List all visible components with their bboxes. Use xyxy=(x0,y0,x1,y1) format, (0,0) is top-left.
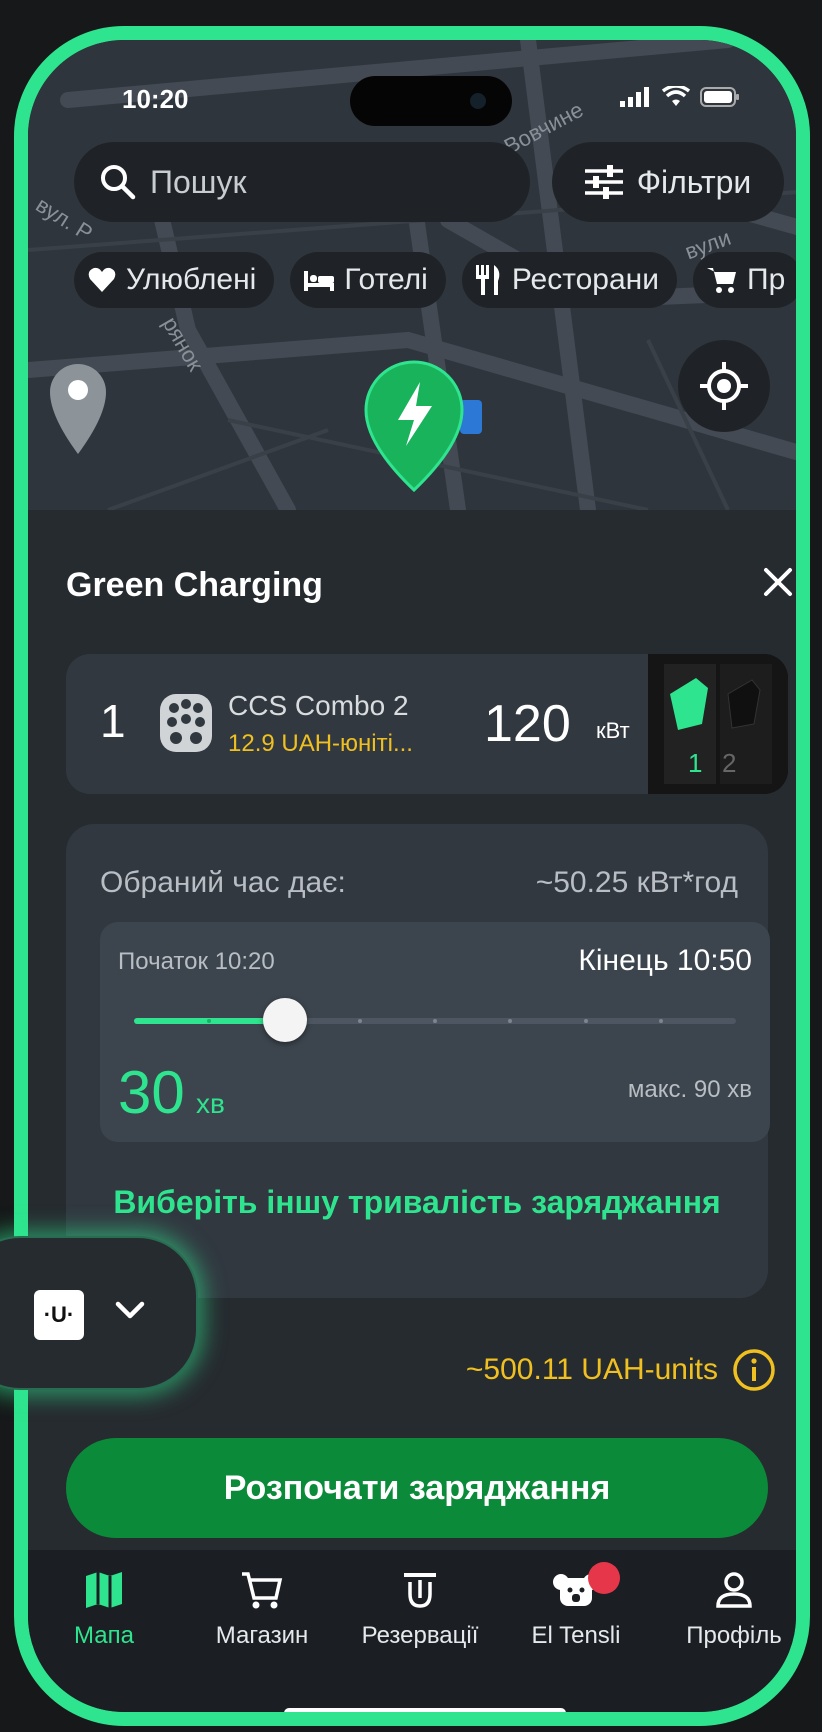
price-row: ~500.11 UAH-units xyxy=(466,1348,776,1392)
ccs-connector-icon xyxy=(160,694,212,752)
connector-name: CCS Combo 2 xyxy=(228,690,409,721)
duration-unit: хв xyxy=(196,1088,225,1119)
tab-profile[interactable]: Профіль xyxy=(654,1570,796,1650)
notification-badge xyxy=(588,1562,620,1594)
dynamic-island xyxy=(350,76,512,126)
end-time: Кінець 10:50 xyxy=(578,944,752,977)
charger-label-1: 1 xyxy=(688,748,702,778)
tab-label: Профіль xyxy=(686,1622,782,1649)
slider-tick xyxy=(658,1019,663,1023)
energy-label: Обраний час дає: xyxy=(100,866,346,899)
connector-power: 120 xyxy=(484,695,571,753)
duration-slider-box: Початок 10:20 Кінець 10:50 30 хв макс. 9… xyxy=(100,922,770,1142)
cart-icon xyxy=(707,268,737,293)
start-charging-button[interactable]: Розпочати заряджання xyxy=(66,1438,768,1538)
slider-tick xyxy=(583,1019,588,1023)
filters-label: Фільтри xyxy=(636,163,752,200)
bed-icon xyxy=(304,271,335,291)
chip-hotels[interactable]: Готелі xyxy=(290,252,446,308)
screen: я Вовчине вул. Р рянок вули 10:20 Пошук … xyxy=(28,40,796,1712)
search-placeholder: Пошук xyxy=(150,163,247,200)
wifi-icon xyxy=(662,86,690,106)
floating-widget[interactable]: ·U· xyxy=(0,1236,198,1390)
person-icon xyxy=(716,1572,752,1608)
tab-bar: Мапа Магазин Резервації El Tensli Профіл… xyxy=(28,1550,796,1712)
map-icon xyxy=(86,1572,122,1608)
search-input[interactable]: Пошук xyxy=(74,142,530,222)
connector-number: 1 xyxy=(100,695,126,747)
chip-label: Пр xyxy=(747,263,786,296)
charging-station-pin-icon[interactable] xyxy=(362,360,466,492)
start-time: Початок 10:20 xyxy=(118,948,275,975)
chip-label: Ресторани xyxy=(511,263,660,296)
status-icons xyxy=(620,86,740,108)
chip-label: Готелі xyxy=(344,263,428,296)
filters-button[interactable]: Фільтри xyxy=(552,142,784,222)
station-title: Green Charging xyxy=(66,566,323,604)
tab-shop[interactable]: Магазин xyxy=(182,1570,342,1650)
sliders-icon xyxy=(584,165,623,199)
tab-label: El Tensli xyxy=(531,1622,621,1649)
charger-photo: 1 2 xyxy=(648,654,788,794)
slider-tick xyxy=(433,1019,437,1023)
heart-icon xyxy=(88,267,116,292)
duration-value: 30 xyxy=(118,1059,185,1126)
slider-thumb[interactable] xyxy=(262,998,307,1042)
chip-restaurants[interactable]: Ресторани xyxy=(461,252,678,308)
fork-knife-icon xyxy=(475,265,500,295)
signal-icon xyxy=(620,87,649,107)
info-icon[interactable] xyxy=(732,1348,776,1392)
estimated-price: ~500.11 UAH-units xyxy=(465,1353,718,1386)
chip-shops[interactable]: Пр xyxy=(693,252,796,308)
other-duration-link[interactable]: Виберіть іншу тривалість заряджання xyxy=(66,1184,768,1221)
close-icon[interactable] xyxy=(754,558,802,606)
chevron-down-icon[interactable] xyxy=(114,1300,146,1320)
cart-icon xyxy=(242,1572,283,1609)
tab-map[interactable]: Мапа xyxy=(28,1570,184,1650)
reservation-icon xyxy=(404,1573,436,1608)
tab-label: Мапа xyxy=(74,1622,134,1649)
slider-tick xyxy=(508,1019,513,1023)
charging-time-card: Обраний час дає: ~50.25 кВт*год Початок … xyxy=(66,824,770,1298)
connector-card[interactable]: 1 CCS Combo 2 12.9 UAH-юніті... 120 кВт xyxy=(66,654,788,794)
phone-frame: я Вовчине вул. Р рянок вули 10:20 Пошук … xyxy=(14,26,810,1726)
connector-price: 12.9 UAH-юніті... xyxy=(228,730,413,757)
charger-illustration: 1 2 xyxy=(648,654,788,794)
tab-label: Магазин xyxy=(215,1622,309,1649)
tab-label: Резервації xyxy=(361,1622,479,1649)
tab-el-tensli[interactable]: El Tensli xyxy=(496,1562,656,1650)
chip-label: Улюблені xyxy=(126,263,257,296)
app-logo: ·U· xyxy=(34,1290,84,1340)
category-chips: Улюблені Готелі Ресторани Пр xyxy=(74,252,796,308)
energy-value: ~50.25 кВт*год xyxy=(535,866,738,899)
max-duration: макс. 90 хв xyxy=(627,1076,752,1103)
connector-power-unit: кВт xyxy=(596,718,630,743)
my-location-button[interactable] xyxy=(678,340,770,432)
status-time: 10:20 xyxy=(122,84,189,114)
location-pin-icon[interactable] xyxy=(46,360,110,456)
home-indicator[interactable] xyxy=(284,1708,566,1712)
search-icon xyxy=(101,165,136,200)
duration-slider[interactable] xyxy=(134,998,736,1042)
map-view[interactable]: я Вовчине вул. Р рянок вули 10:20 Пошук … xyxy=(28,40,796,510)
chip-favorites[interactable]: Улюблені xyxy=(74,252,275,308)
charger-label-2: 2 xyxy=(722,748,736,778)
crosshair-icon xyxy=(700,362,748,410)
tab-reservations[interactable]: Резервації xyxy=(340,1570,500,1650)
slider-tick xyxy=(357,1019,362,1023)
battery-icon xyxy=(700,87,739,107)
